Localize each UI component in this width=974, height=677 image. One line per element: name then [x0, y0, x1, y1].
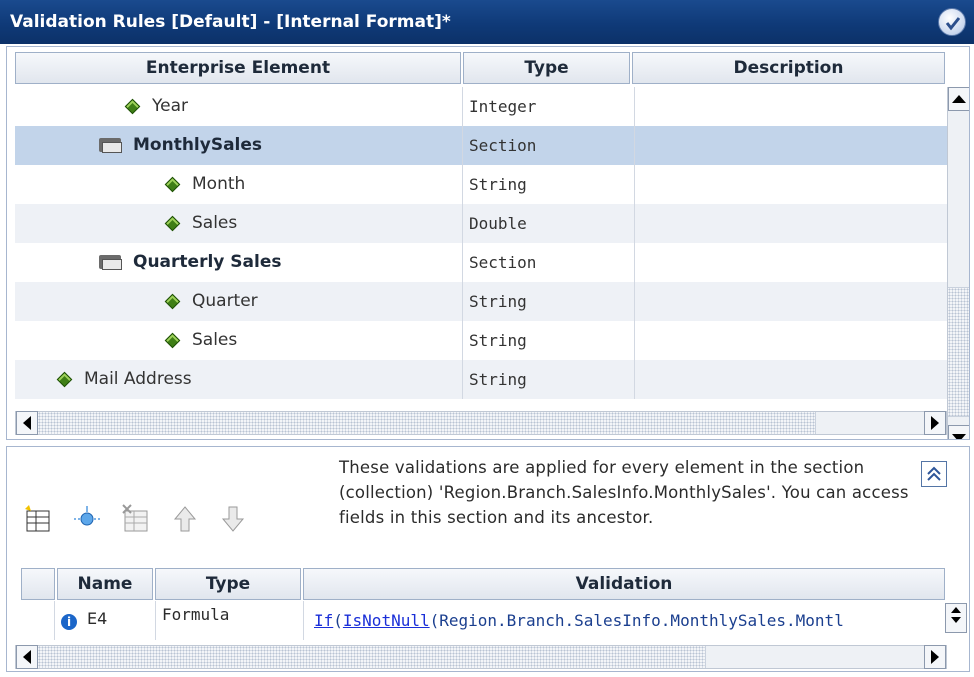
column-header-type[interactable]: Type [463, 52, 630, 84]
element-name-label: Sales [192, 330, 238, 350]
collapse-note-button[interactable] [921, 461, 947, 487]
element-name-cell[interactable]: Mail Address [56, 360, 192, 399]
element-name-label: Quarter [192, 291, 258, 311]
element-name-cell[interactable]: Sales [164, 204, 238, 243]
element-description-cell[interactable] [634, 321, 947, 360]
validation-horizontal-scroll-thumb[interactable] [38, 646, 706, 668]
info-icon: i [61, 614, 77, 630]
element-name-label: Mail Address [84, 369, 192, 389]
field-diamond-icon [164, 332, 181, 349]
element-name-cell[interactable]: Quarterly Sales [99, 243, 281, 282]
element-name-cell[interactable]: Month [164, 165, 246, 204]
column-header-validation[interactable]: Validation [303, 568, 945, 600]
element-name-label: Month [192, 174, 246, 194]
field-diamond-icon [164, 293, 181, 310]
element-type-cell[interactable]: Integer [462, 87, 634, 126]
element-name-label: Quarterly Sales [133, 252, 282, 272]
element-row-month[interactable]: Month String [15, 165, 947, 204]
scroll-down-button[interactable] [948, 425, 969, 439]
element-type-cell[interactable]: String [462, 165, 634, 204]
column-header-name[interactable]: Name [57, 568, 153, 600]
element-description-cell[interactable] [634, 204, 947, 243]
horizontal-scrollbar[interactable] [15, 411, 947, 435]
element-type-cell[interactable]: Section [462, 126, 634, 165]
add-item-icon[interactable] [71, 503, 103, 535]
title-bar: Validation Rules [Default] - [Internal F… [0, 0, 974, 44]
column-header-description[interactable]: Description [632, 52, 945, 84]
element-name-cell[interactable]: Quarter [164, 282, 258, 321]
move-down-icon[interactable] [217, 503, 249, 535]
element-description-cell[interactable] [634, 243, 947, 282]
folder-icon [99, 253, 123, 270]
scroll-right-button[interactable] [924, 411, 946, 435]
element-row-sales[interactable]: Sales String [15, 321, 947, 360]
element-description-cell[interactable] [634, 282, 947, 321]
element-description-cell[interactable] [634, 165, 947, 204]
field-diamond-icon [164, 215, 181, 232]
vertical-scroll-thumb[interactable] [948, 287, 969, 417]
validation-formula-cell[interactable]: If(IsNotNull(Region.Branch.SalesInfo.Mon… [303, 601, 945, 640]
element-row-year[interactable]: Year Integer [15, 87, 947, 126]
element-description-cell[interactable] [634, 87, 947, 126]
element-type-cell[interactable]: String [462, 282, 634, 321]
element-row-mail-address[interactable]: Mail Address String [15, 360, 947, 399]
element-type-cell[interactable]: String [462, 321, 634, 360]
element-name-cell[interactable]: Year [124, 87, 188, 126]
field-diamond-icon [56, 371, 73, 388]
validation-type-cell[interactable]: Formula [155, 601, 303, 640]
row-selector[interactable] [21, 601, 55, 640]
validation-scroll-left-button[interactable] [16, 645, 38, 669]
folder-icon [99, 136, 123, 153]
window-title: Validation Rules [Default] - [Internal F… [10, 12, 451, 32]
column-header-enterprise-element[interactable]: Enterprise Element [15, 52, 461, 84]
delete-validation-icon[interactable] [121, 503, 153, 535]
validation-horizontal-scrollbar[interactable] [15, 645, 947, 669]
validation-name-cell[interactable]: i E4 [61, 601, 161, 640]
element-description-cell[interactable] [634, 126, 947, 165]
add-validation-icon[interactable] [23, 503, 55, 535]
element-name-label: MonthlySales [133, 135, 263, 155]
validation-panel: These validations are applied for every … [6, 446, 970, 672]
field-diamond-icon [124, 98, 141, 115]
section-validation-note: These validations are applied for every … [339, 458, 909, 527]
horizontal-scroll-thumb[interactable] [38, 412, 816, 434]
element-type-cell[interactable]: Section [462, 243, 634, 282]
field-diamond-icon [164, 176, 181, 193]
scroll-left-button[interactable] [16, 411, 38, 435]
element-row-sales[interactable]: Sales Double [15, 204, 947, 243]
formula-editor-spinner[interactable] [945, 603, 967, 633]
row-selector-header [21, 568, 55, 600]
element-type-cell[interactable]: Double [462, 204, 634, 243]
element-row-quarterly-sales[interactable]: Quarterly Sales Section [15, 243, 947, 282]
element-row-monthlysales[interactable]: MonthlySales Section [15, 126, 947, 165]
validation-scroll-right-button[interactable] [924, 645, 946, 669]
ok-check-icon[interactable] [938, 8, 966, 36]
move-up-icon[interactable] [169, 503, 201, 535]
scroll-up-button[interactable] [948, 87, 969, 111]
validation-row[interactable]: i E4 Formula If(IsNotNull(Region.Branch.S… [21, 601, 945, 640]
element-row-quarter[interactable]: Quarter String [15, 282, 947, 321]
element-name-cell[interactable]: Sales [164, 321, 238, 360]
element-grid: Enterprise Element Type Description Year… [6, 46, 970, 440]
element-name-label: Year [152, 96, 188, 116]
element-name-cell[interactable]: MonthlySales [99, 126, 262, 165]
vertical-scrollbar[interactable] [947, 87, 969, 439]
element-type-cell[interactable]: String [462, 360, 634, 399]
element-description-cell[interactable] [634, 360, 947, 399]
element-name-label: Sales [192, 213, 238, 233]
column-header-validation-type[interactable]: Type [155, 568, 301, 600]
